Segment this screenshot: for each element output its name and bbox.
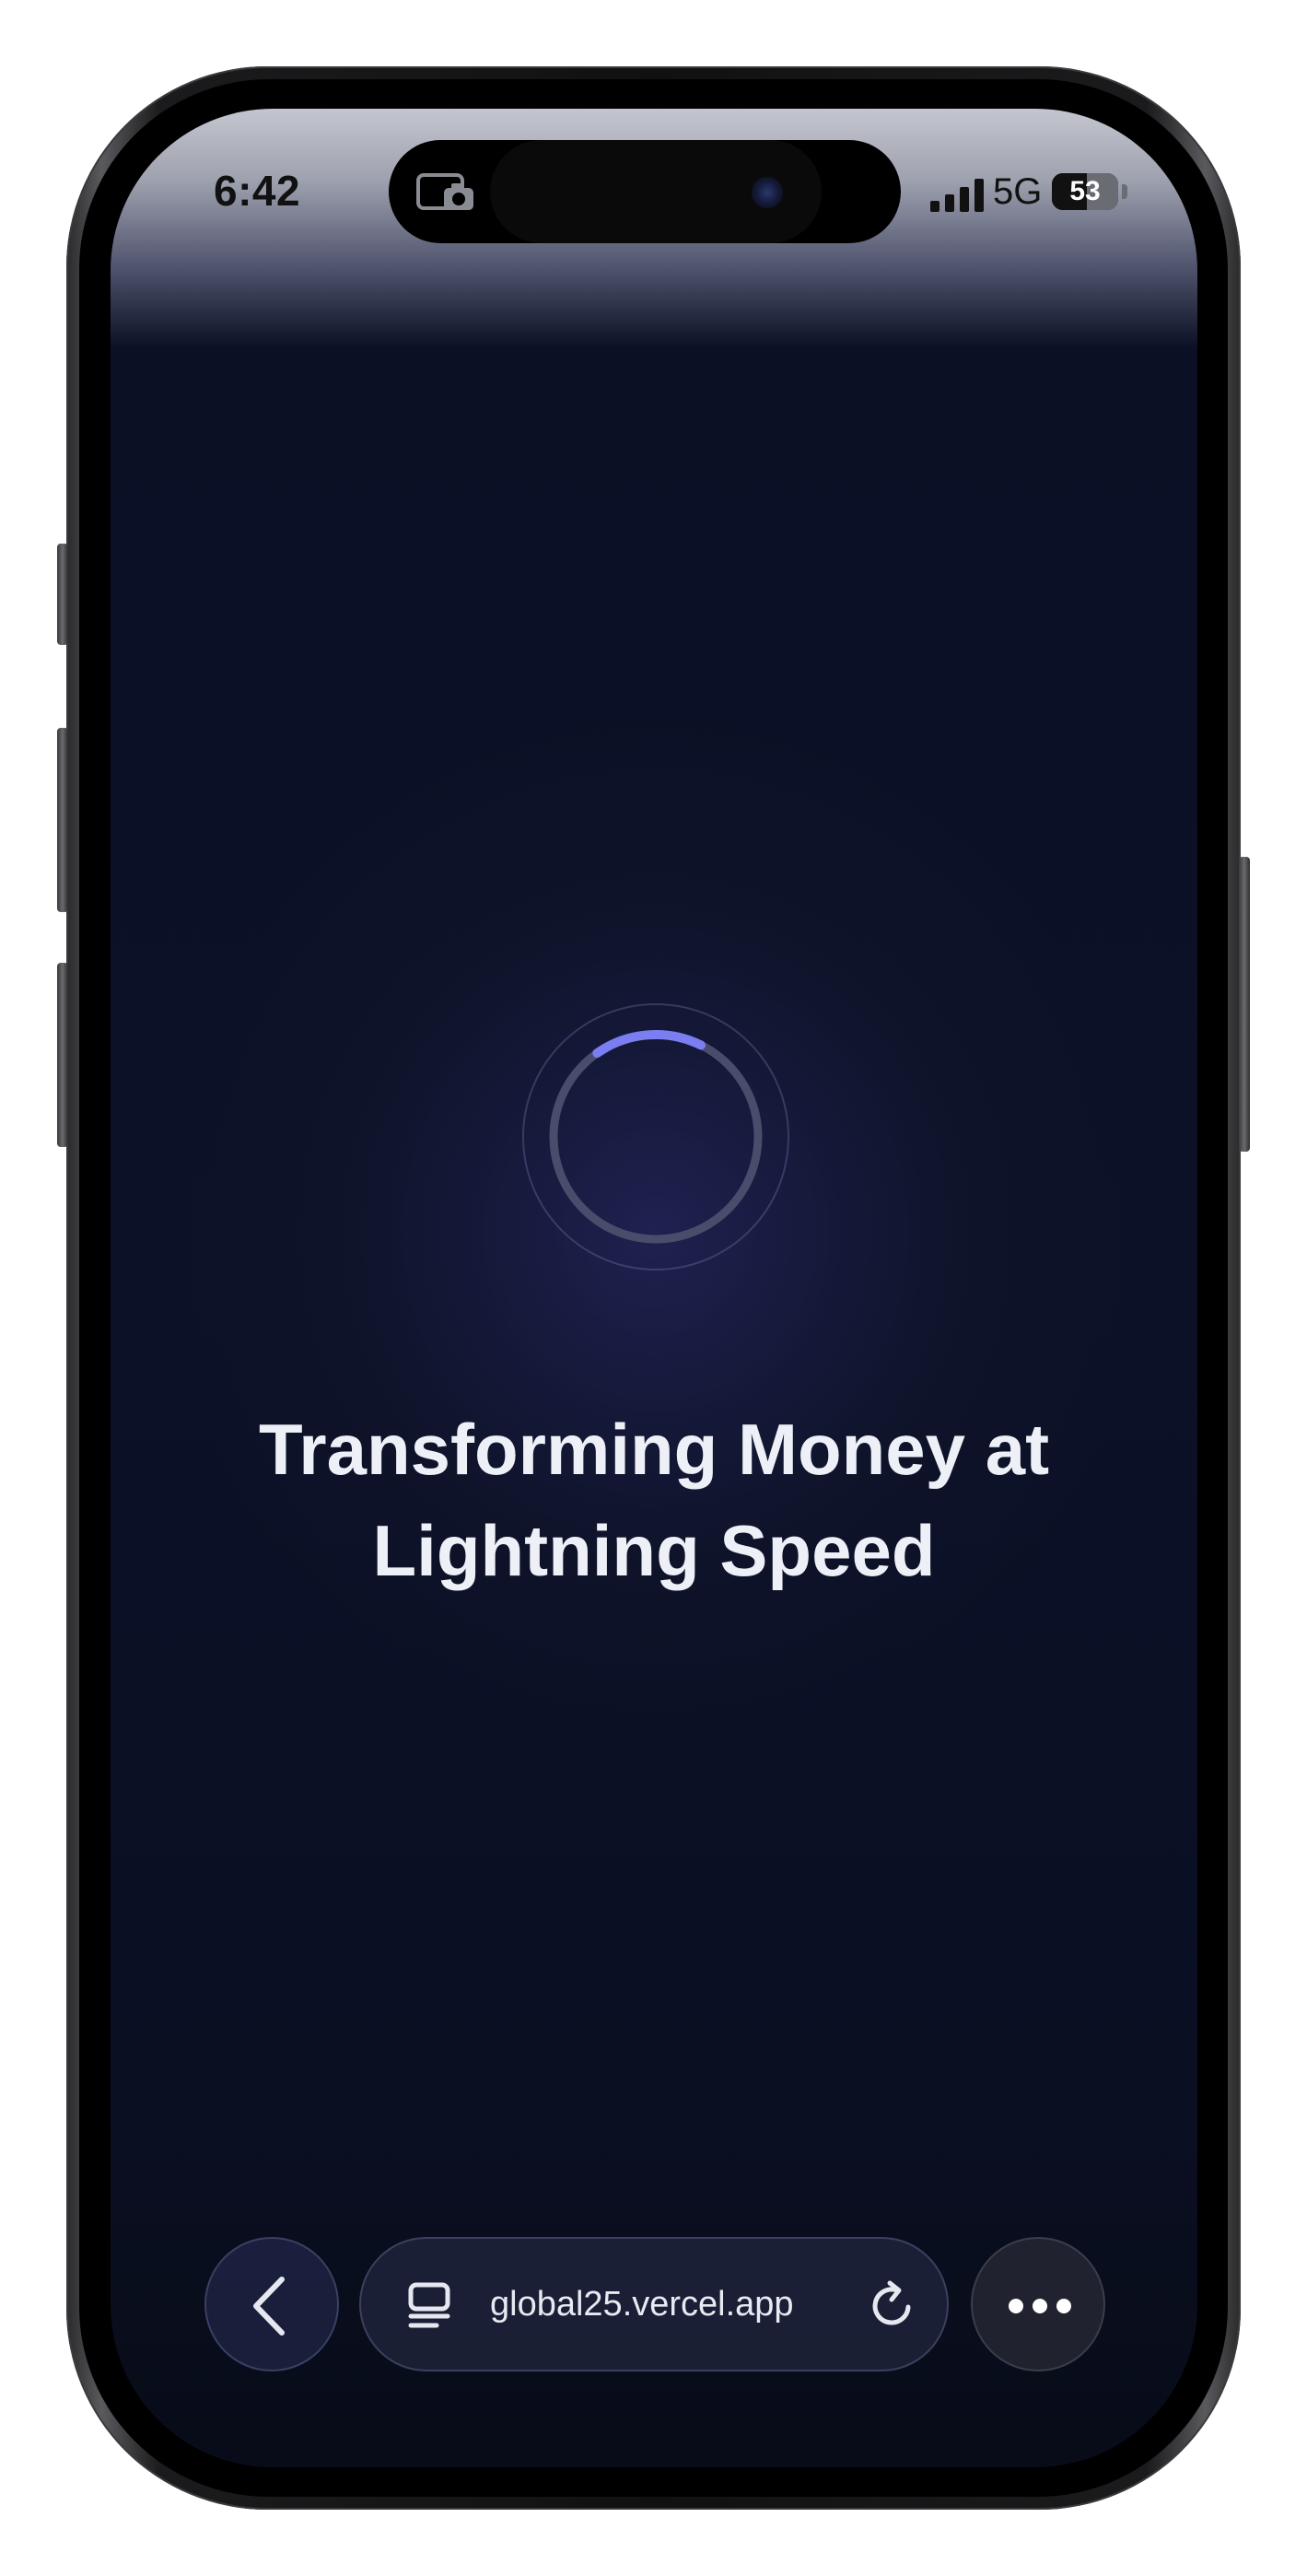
volume-down-button <box>57 963 68 1147</box>
url-text[interactable]: global25.vercel.app <box>490 2239 840 2370</box>
status-time: 6:42 <box>214 167 301 215</box>
page-headline: Transforming Money at Lightning Speed <box>193 1399 1114 1601</box>
volume-up-button <box>57 728 68 912</box>
spinner-arc <box>592 1030 706 1059</box>
cellular-signal-icon <box>930 179 984 212</box>
address-bar[interactable]: global25.vercel.app <box>359 2237 949 2371</box>
screen: 6:42 5G 53 Transforming Money at Lightni… <box>111 109 1197 2467</box>
headline-line-1: Transforming Money at <box>258 1409 1050 1490</box>
loading-spinner <box>522 1003 789 1270</box>
dynamic-island <box>389 140 901 243</box>
spinner-track <box>549 1030 763 1244</box>
reload-icon[interactable] <box>866 2279 917 2331</box>
power-button <box>1239 857 1250 1152</box>
front-camera <box>752 177 783 208</box>
network-type-label: 5G <box>993 171 1043 212</box>
battery-icon: 53 <box>1052 173 1118 210</box>
headline-line-2: Lightning Speed <box>372 1510 936 1591</box>
back-button[interactable] <box>204 2237 339 2371</box>
chevron-left-icon <box>253 2277 285 2336</box>
tabs-icon[interactable] <box>403 2279 455 2331</box>
battery-percent: 53 <box>1069 176 1101 206</box>
spinner-outer-ring <box>522 1003 789 1270</box>
screen-recording-camera-icon <box>416 173 473 210</box>
action-button <box>57 544 68 645</box>
more-options-button[interactable] <box>971 2237 1105 2371</box>
phone-frame: 6:42 5G 53 Transforming Money at Lightni… <box>0 0 1307 2576</box>
battery-tip <box>1122 184 1127 199</box>
more-horizontal-icon <box>1009 2299 1071 2313</box>
